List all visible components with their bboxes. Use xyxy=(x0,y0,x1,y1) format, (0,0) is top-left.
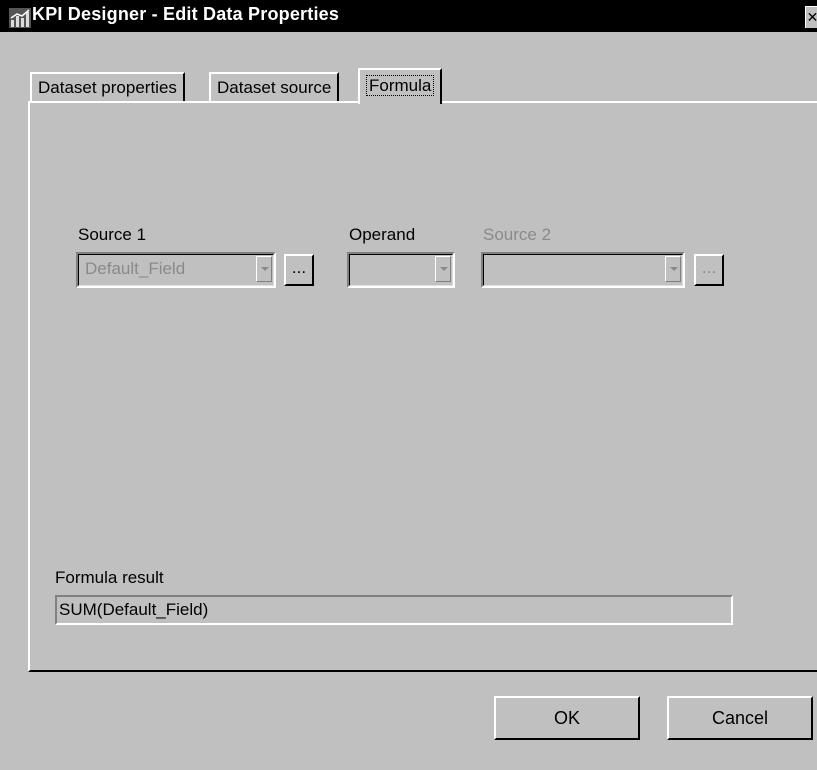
cancel-button[interactable]: Cancel xyxy=(667,696,813,740)
formula-result-field[interactable]: SUM(Default_Field) xyxy=(55,595,733,625)
chevron-down-icon[interactable] xyxy=(435,256,451,282)
source1-browse-button[interactable]: ... xyxy=(284,254,314,286)
title-bar: KPI Designer - Edit Data Properties ✕ xyxy=(0,0,817,32)
ok-button[interactable]: OK xyxy=(494,696,640,740)
window-title: KPI Designer - Edit Data Properties xyxy=(32,4,340,24)
tab-label: Dataset source xyxy=(217,78,332,97)
formula-result-label: Formula result xyxy=(55,568,164,587)
operand-label: Operand xyxy=(349,225,416,244)
close-button[interactable]: ✕ xyxy=(805,6,817,28)
tab-label: Formula xyxy=(366,75,435,96)
source1-select[interactable]: Default_Field xyxy=(76,252,276,288)
source2-label: Source 2 xyxy=(483,225,552,244)
source1-label: Source 1 xyxy=(78,225,147,244)
source2-browse-button[interactable]: ... xyxy=(694,254,724,286)
source1-value: Default_Field xyxy=(85,259,186,278)
tab-dataset-source[interactable]: Dataset source xyxy=(209,72,340,102)
tab-dataset-properties[interactable]: Dataset properties xyxy=(30,72,185,102)
chevron-down-icon[interactable] xyxy=(665,256,681,282)
tab-formula[interactable]: Formula xyxy=(358,68,443,104)
chevron-down-icon[interactable] xyxy=(256,256,272,282)
source2-select[interactable] xyxy=(481,252,685,288)
tab-label: Dataset properties xyxy=(38,78,177,97)
operand-select[interactable] xyxy=(347,252,455,288)
chart-icon xyxy=(9,8,31,28)
